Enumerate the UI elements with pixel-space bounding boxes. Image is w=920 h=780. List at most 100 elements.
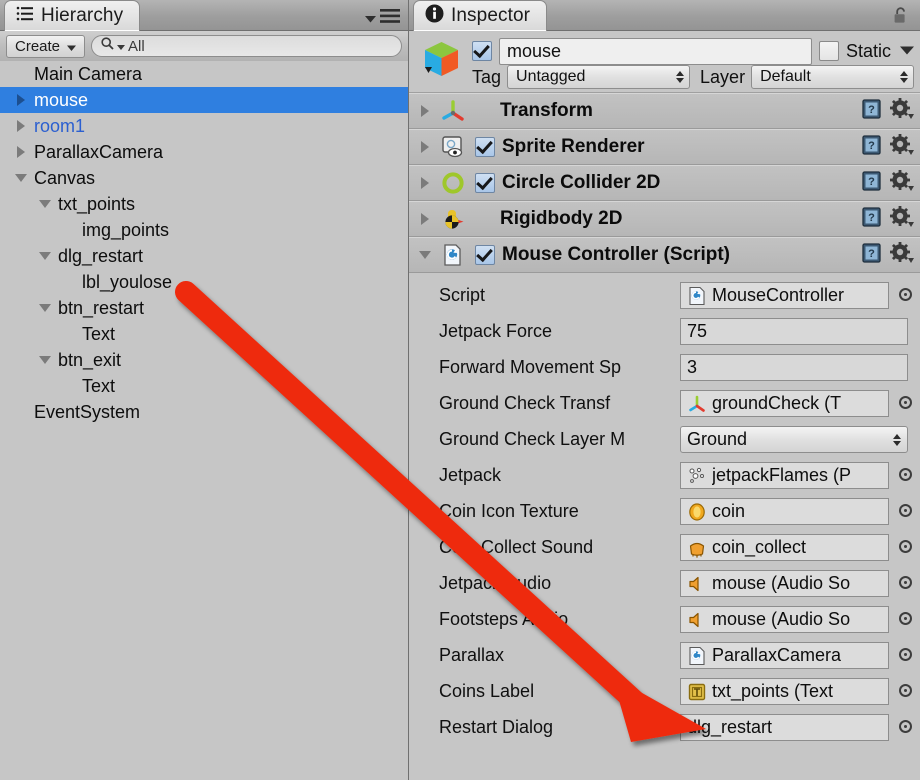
object-picker-button[interactable] [899, 468, 912, 481]
cs-script-icon [687, 286, 707, 306]
stepper-arrows-icon [893, 433, 901, 446]
hierarchy-item-img-points[interactable]: img_points [0, 217, 408, 243]
number-field[interactable]: 3 [680, 354, 908, 381]
inspector-lock-button[interactable] [893, 7, 909, 29]
audioclip-icon [687, 538, 707, 558]
hierarchy-item-btn-exit[interactable]: btn_exit [0, 347, 408, 373]
hierarchy-item-text[interactable]: Text [0, 373, 408, 399]
hierarchy-tree[interactable]: Main Camera mouse room1 ParallaxCamera Canva… [0, 61, 408, 780]
gameobject-name-field[interactable]: mouse [499, 37, 812, 65]
property-label: Jetpack [439, 464, 502, 485]
hierarchy-item-canvas[interactable]: Canvas [0, 165, 408, 191]
tree-expand-toggle[interactable] [12, 94, 29, 106]
hierarchy-item-lbl-youlose[interactable]: lbl_youlose [0, 269, 408, 295]
tree-expand-toggle[interactable] [36, 304, 53, 312]
object-picker-button[interactable] [899, 612, 912, 625]
gear-icon[interactable] [890, 169, 914, 197]
help-book-icon[interactable]: ? [861, 206, 883, 233]
gear-icon[interactable] [890, 241, 914, 269]
number-field[interactable]: 75 [680, 318, 908, 345]
property-row: Jetpack jetpackFlames (P [409, 457, 920, 493]
tree-expand-toggle[interactable] [36, 252, 53, 260]
help-book-icon[interactable]: ? [861, 98, 883, 125]
object-field[interactable]: coin [680, 498, 889, 525]
gameobject-enabled-checkbox[interactable] [472, 41, 492, 61]
layermask-dropdown[interactable]: Ground [680, 426, 908, 453]
component-expand-toggle[interactable] [416, 177, 433, 189]
object-field[interactable]: dlg_restart [680, 714, 889, 741]
hierarchy-item-main-camera[interactable]: Main Camera [0, 61, 408, 87]
hierarchy-panel-menu-button[interactable] [365, 9, 400, 28]
object-field[interactable]: MouseController [680, 282, 889, 309]
tab-inspector[interactable]: Inspector [413, 0, 548, 31]
object-picker-button[interactable] [899, 576, 912, 589]
component-expand-toggle[interactable] [416, 251, 433, 259]
object-field[interactable]: coin_collect [680, 534, 889, 561]
search-filter-chevron-icon[interactable] [117, 37, 126, 55]
object-picker-button[interactable] [899, 504, 912, 517]
object-field[interactable]: txt_points (Text [680, 678, 889, 705]
property-label: Ground Check Transf [439, 392, 611, 413]
component-header-rigidbody-2d[interactable]: Rigidbody 2D? [409, 201, 920, 237]
object-field[interactable]: mouse (Audio So [680, 570, 889, 597]
tag-dropdown[interactable]: Untagged [507, 65, 691, 89]
static-dropdown-button[interactable] [900, 42, 914, 60]
layer-dropdown[interactable]: Default [751, 65, 914, 89]
object-picker-button[interactable] [899, 288, 912, 301]
component-enabled-checkbox[interactable] [475, 137, 495, 157]
component-expand-toggle[interactable] [416, 141, 433, 153]
object-field[interactable]: ParallaxCamera [680, 642, 889, 669]
component-title: Circle Collider 2D [502, 172, 661, 193]
component-enabled-checkbox[interactable] [475, 173, 495, 193]
tree-expand-toggle[interactable] [36, 356, 53, 364]
search-input[interactable]: All [91, 35, 402, 57]
object-picker-button[interactable] [899, 540, 912, 553]
help-book-icon[interactable]: ? [861, 242, 883, 269]
gear-icon[interactable] [890, 97, 914, 125]
svg-text:?: ? [868, 212, 875, 224]
tree-expand-toggle[interactable] [12, 174, 29, 182]
component-enabled-checkbox[interactable] [475, 245, 495, 265]
hierarchy-item-dlg-restart[interactable]: dlg_restart [0, 243, 408, 269]
transform-axis-icon [440, 98, 468, 124]
hierarchy-item-label: Canvas [34, 167, 96, 188]
object-field[interactable]: groundCheck (T [680, 390, 889, 417]
hierarchy-item-room1[interactable]: room1 [0, 113, 408, 139]
property-label: Parallax [439, 644, 505, 665]
static-checkbox[interactable] [818, 41, 839, 61]
gear-icon[interactable] [890, 205, 914, 233]
tree-expand-toggle[interactable] [12, 146, 29, 158]
search-icon [101, 37, 114, 55]
object-picker-button[interactable] [899, 684, 912, 697]
triangle-right-icon [16, 120, 25, 132]
tree-expand-toggle[interactable] [12, 120, 29, 132]
help-book-icon[interactable]: ? [861, 134, 883, 161]
help-book-icon[interactable]: ? [861, 170, 883, 197]
hierarchy-item-btn-restart[interactable]: btn_restart [0, 295, 408, 321]
object-picker-button[interactable] [899, 396, 912, 409]
hierarchy-item-eventsystem[interactable]: EventSystem [0, 399, 408, 425]
tree-expand-toggle[interactable] [36, 200, 53, 208]
component-header-transform[interactable]: Transform? [409, 93, 920, 129]
object-picker-button[interactable] [899, 648, 912, 661]
component-expand-toggle[interactable] [416, 213, 433, 225]
hierarchy-item-label: img_points [82, 219, 170, 240]
gear-icon[interactable] [890, 133, 914, 161]
component-header-mouse-controller-script[interactable]: Mouse Controller (Script)? [409, 237, 920, 273]
component-header-circle-collider-2d[interactable]: Circle Collider 2D? [409, 165, 920, 201]
hierarchy-item-parallaxcamera[interactable]: ParallaxCamera [0, 139, 408, 165]
component-expand-toggle[interactable] [416, 105, 433, 117]
tab-hierarchy[interactable]: Hierarchy [4, 0, 141, 31]
hierarchy-item-text[interactable]: Text [0, 321, 408, 347]
hierarchy-item-mouse[interactable]: mouse [0, 87, 408, 113]
hierarchy-item-label: txt_points [58, 193, 136, 214]
info-circle-icon [425, 4, 444, 28]
property-value: jetpackFlames (P [712, 465, 852, 485]
create-button[interactable]: Create [6, 34, 86, 58]
object-field[interactable]: mouse (Audio So [680, 606, 889, 633]
hierarchy-item-label: room1 [34, 115, 86, 136]
object-picker-button[interactable] [899, 720, 912, 733]
object-field[interactable]: jetpackFlames (P [680, 462, 889, 489]
component-header-sprite-renderer[interactable]: Sprite Renderer? [409, 129, 920, 165]
hierarchy-item-txt-points[interactable]: txt_points [0, 191, 408, 217]
